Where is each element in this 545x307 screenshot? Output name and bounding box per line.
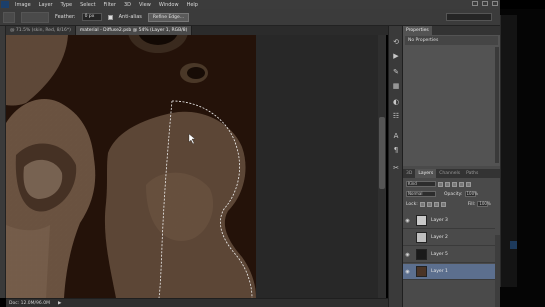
secondary-panel-accent <box>510 241 517 249</box>
opacity-label: Opacity: <box>444 191 463 197</box>
tab-properties[interactable]: Properties <box>403 26 432 35</box>
menu-bar: Image Layer Type Select Filter 3D View W… <box>0 0 500 9</box>
antialias-checkbox[interactable] <box>107 14 113 20</box>
menu-layer[interactable]: Layer <box>35 2 57 8</box>
maximize-icon[interactable] <box>482 1 488 6</box>
layer-thumbnail <box>416 215 427 226</box>
opacity-input[interactable]: 100% <box>464 191 478 197</box>
workspace-select[interactable] <box>446 13 492 21</box>
status-menu-arrow-icon[interactable]: ▶ <box>58 301 61 306</box>
window-controls <box>472 1 498 6</box>
fill-input[interactable]: 100% <box>477 201 491 207</box>
feather-label: Feather: <box>55 14 76 20</box>
lock-all-icon[interactable] <box>440 201 446 207</box>
lock-label: Lock: <box>406 201 418 207</box>
layer-row[interactable]: ◉ Layer 3 <box>403 213 495 229</box>
selection-mode-icons[interactable] <box>21 11 49 23</box>
panel-icon-strip: ⟲ ▶ ✎ ▦ ◐ ☷ A ¶ ✂ <box>388 26 403 307</box>
lasso-tool-preset-icon[interactable] <box>3 11 15 23</box>
menu-type[interactable]: Type <box>57 2 76 8</box>
layer-name: Layer 5 <box>431 252 448 257</box>
paragraph-icon[interactable]: ¶ <box>391 146 401 155</box>
layers-panel: Kind Normal Opacity: 100% Lock: Fill: 10… <box>403 179 500 307</box>
close-icon[interactable] <box>492 1 498 6</box>
menu-window[interactable]: Window <box>155 2 183 8</box>
swatches-icon[interactable]: ▦ <box>391 82 401 91</box>
visibility-eye-icon[interactable]: ◉ <box>403 213 412 229</box>
menu-help[interactable]: Help <box>183 2 202 8</box>
visibility-eye-icon[interactable]: ◉ <box>403 264 412 280</box>
fill-label: Fill: <box>467 201 476 207</box>
brush-presets-icon[interactable]: ✎ <box>391 68 401 77</box>
lock-row: Lock: Fill: 100% <box>403 200 500 208</box>
filter-smart-object-icon[interactable] <box>466 181 471 187</box>
lock-position-icon[interactable] <box>433 201 439 207</box>
history-icon[interactable]: ⟲ <box>391 38 401 47</box>
filter-adjustment-icon[interactable] <box>445 181 450 187</box>
lock-transparent-icon[interactable] <box>419 201 425 207</box>
layer-thumbnail <box>416 266 427 277</box>
filter-type-icon[interactable] <box>452 181 457 187</box>
tab-material-document[interactable]: material - Diffuse2.psb @ 54% (Layer 1, … <box>75 26 193 35</box>
layer-filter-row: Kind <box>403 180 500 188</box>
character-icon[interactable]: A <box>391 132 401 141</box>
blend-row: Normal Opacity: 100% <box>403 190 500 198</box>
layer-name: Layer 1 <box>431 269 448 274</box>
tool-presets-icon[interactable]: ✂ <box>391 164 401 173</box>
properties-subtitle: No Properties <box>405 36 498 45</box>
layer-thumbnail <box>416 249 427 260</box>
menu-view[interactable]: View <box>135 2 155 8</box>
layers-panel-tabs: 3D Layers Channels Paths <box>403 169 500 178</box>
options-bar: Feather: 0 px Anti-alias Refine Edge... <box>0 9 500 26</box>
canvas-vertical-scrollbar[interactable] <box>378 35 386 298</box>
menu-image[interactable]: Image <box>11 2 35 8</box>
layer-row[interactable]: Layer 2 <box>403 230 495 246</box>
panels-dock: Properties No Properties 3D Layers Chann… <box>403 26 500 307</box>
styles-icon[interactable]: ☷ <box>391 112 401 121</box>
visibility-off-icon[interactable] <box>403 230 412 246</box>
layer-name: Layer 2 <box>431 235 448 240</box>
minimize-icon[interactable] <box>472 1 478 6</box>
scrollbar-thumb[interactable] <box>379 117 385 189</box>
tab-channels[interactable]: Channels <box>436 169 463 178</box>
properties-panel: No Properties <box>403 35 500 166</box>
properties-panel-tabs: Properties <box>403 26 500 35</box>
lock-image-icon[interactable] <box>426 201 432 207</box>
doc-size-info: Doc: 12.0M/96.0M <box>9 300 50 306</box>
filter-shape-icon[interactable] <box>459 181 464 187</box>
layer-thumbnail <box>416 232 427 243</box>
status-bar: Doc: 12.0M/96.0M ▶ <box>6 298 390 307</box>
layer-name: Layer 3 <box>431 218 448 223</box>
layer-row-selected[interactable]: ◉ Layer 1 <box>403 264 495 280</box>
tab-3d[interactable]: 3D <box>403 169 415 178</box>
pasteboard <box>256 35 378 298</box>
blend-mode-select[interactable]: Normal <box>406 191 436 197</box>
photoshop-logo[interactable] <box>1 1 9 8</box>
adjustments-icon[interactable]: ◐ <box>391 98 401 107</box>
filter-pixel-icon[interactable] <box>438 181 443 187</box>
layer-row[interactable]: ◉ Layer 5 <box>403 247 495 263</box>
tab-paths[interactable]: Paths <box>463 169 481 178</box>
menu-filter[interactable]: Filter <box>100 2 120 8</box>
tab-skin-document[interactable]: @ 71.5% (skin, Red, 8/16*) <box>6 26 76 35</box>
feather-input[interactable]: 0 px <box>81 13 102 21</box>
layer-kind-select[interactable]: Kind <box>406 181 436 187</box>
tab-layers[interactable]: Layers <box>415 169 437 178</box>
menu-3d[interactable]: 3D <box>120 2 135 8</box>
refine-edge-button[interactable]: Refine Edge... <box>147 12 190 22</box>
canvas-area[interactable] <box>6 35 378 298</box>
actions-icon[interactable]: ▶ <box>391 52 401 61</box>
properties-scrollbar[interactable] <box>495 47 499 163</box>
document-tabs: @ 71.5% (skin, Red, 8/16*) material - Di… <box>6 26 390 35</box>
texture-artwork <box>6 35 256 298</box>
document-canvas[interactable] <box>6 35 256 298</box>
visibility-eye-icon[interactable]: ◉ <box>403 247 412 263</box>
antialias-label: Anti-alias <box>118 14 142 20</box>
menu-select[interactable]: Select <box>76 2 99 8</box>
